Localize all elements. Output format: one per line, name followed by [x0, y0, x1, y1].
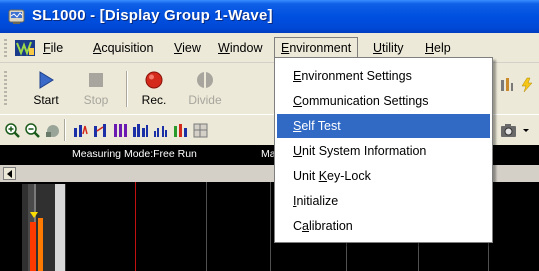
menu-view-mnemonic: V — [174, 41, 183, 55]
menu-environment-label: nvironment — [289, 41, 352, 55]
menu-item-self-test[interactable]: Self Test — [277, 114, 490, 138]
menu-acquisition[interactable]: Acquisition — [87, 37, 159, 59]
start-label: Start — [33, 93, 59, 107]
menu-item-text-post: elf Test — [301, 119, 341, 133]
menu-help[interactable]: Help — [419, 37, 457, 59]
document-icon[interactable] — [14, 39, 36, 57]
menu-file-label: ile — [50, 41, 64, 55]
pan-icon[interactable] — [44, 122, 61, 139]
menu-item-environment-settings[interactable]: Environment Settings — [277, 64, 490, 88]
play-icon — [39, 71, 54, 89]
zoom-in-icon[interactable] — [4, 122, 21, 139]
menu-item-text-post: ey-Lock — [327, 169, 371, 183]
start-button[interactable]: Start — [20, 65, 72, 111]
menu-item-text-post: libration — [308, 219, 353, 233]
waveform-bars-icon[interactable] — [72, 122, 89, 139]
toolbar2-separator — [64, 119, 66, 141]
title-bar: SL1000 - [Display Group 1-Wave] — [0, 0, 539, 33]
menu-file-mnemonic: F — [43, 41, 51, 55]
divide-icon — [197, 71, 213, 89]
menu-item-text-pre: C — [293, 219, 303, 233]
menu-item-mnemonic: U — [293, 144, 303, 158]
app-icon[interactable] — [8, 8, 26, 25]
menu-help-mnemonic: H — [425, 41, 435, 55]
divide-label: Divide — [188, 93, 222, 107]
window-title: SL1000 - [Display Group 1-Wave] — [32, 7, 273, 24]
menu-view[interactable]: View — [168, 37, 207, 59]
group-bars-icon[interactable] — [132, 122, 149, 139]
zoom-out-icon[interactable] — [24, 122, 41, 139]
small-bars-icon[interactable] — [152, 122, 169, 139]
menu-view-label: iew — [182, 41, 201, 55]
menu-window[interactable]: Window — [212, 37, 268, 59]
color-bars-icon[interactable] — [172, 122, 189, 139]
toolbar-grip[interactable] — [4, 71, 7, 107]
scroll-left-arrow-icon[interactable] — [3, 167, 16, 180]
menu-item-mnemonic: a — [302, 219, 309, 233]
menu-help-label: elp — [434, 41, 451, 55]
menu-item-text-post: nvironment Settings — [301, 69, 412, 83]
tool-icon[interactable] — [500, 77, 514, 93]
environment-menu-dropdown: Environment Settings Communication Setti… — [274, 57, 493, 243]
multi-bars-icon[interactable] — [112, 122, 129, 139]
menu-item-unit-key-lock[interactable]: Unit Key-Lock — [277, 164, 490, 188]
menu-item-text-pre: Unit — [293, 169, 319, 183]
record-button[interactable]: Rec. — [128, 65, 180, 111]
divide-button[interactable]: Divide — [179, 65, 231, 111]
menu-item-calibration[interactable]: Calibration — [277, 214, 490, 238]
menu-item-unit-system-information[interactable]: Unit System Information — [277, 139, 490, 163]
record-label: Rec. — [141, 93, 167, 107]
measuring-mode-text: Measuring Mode:Free Run — [72, 148, 197, 160]
menu-window-label: indow — [229, 41, 263, 55]
menu-item-initialize[interactable]: Initialize — [277, 189, 490, 213]
chevron-down-icon[interactable] — [522, 128, 530, 134]
menu-item-text-post: nitialize — [296, 194, 339, 208]
menu-item-text-post: nit System Information — [302, 144, 427, 158]
menu-window-mnemonic: W — [218, 41, 230, 55]
menu-item-communication-settings[interactable]: Communication Settings — [277, 89, 490, 113]
stop-label: Stop — [83, 93, 109, 107]
menu-environment[interactable]: Environment — [274, 37, 359, 59]
stop-button[interactable]: Stop — [70, 65, 122, 111]
menu-utility-mnemonic: U — [373, 41, 383, 55]
menu-item-mnemonic: C — [293, 94, 303, 108]
record-icon — [145, 71, 163, 89]
menubar-grip[interactable] — [4, 39, 7, 57]
camera-icon[interactable] — [500, 122, 517, 139]
menu-file[interactable]: File — [37, 37, 69, 59]
lightning-icon[interactable] — [518, 77, 536, 93]
cursor-bars-icon[interactable] — [92, 122, 109, 139]
menu-item-text-post: ommunication Settings — [302, 94, 429, 108]
stop-icon — [89, 73, 103, 87]
menu-utility-label: tility — [382, 41, 404, 55]
menu-acquisition-label: cquisition — [101, 41, 154, 55]
menu-item-mnemonic: K — [318, 169, 328, 183]
tile-icon[interactable] — [192, 122, 209, 139]
menu-utility[interactable]: Utility — [367, 37, 410, 59]
